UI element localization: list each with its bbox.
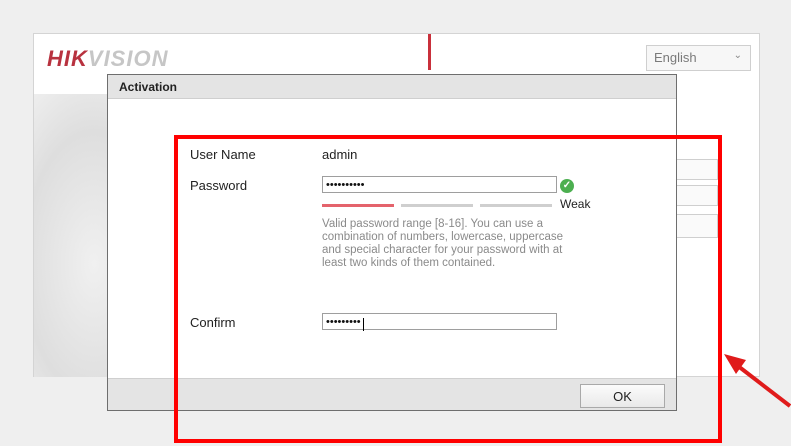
annotation-arrow-icon: [724, 354, 791, 408]
language-selected-value: English: [654, 50, 697, 65]
language-select[interactable]: English ⌄: [646, 45, 751, 71]
strength-bar-3: [480, 204, 552, 207]
ok-button[interactable]: OK: [580, 384, 665, 408]
user-name-value: admin: [322, 147, 358, 162]
activation-dialog: Activation User Name admin Password ✓ We…: [107, 74, 677, 411]
strength-bar-1: [322, 204, 394, 207]
dialog-header: Activation: [108, 75, 676, 99]
header-accent-divider: [428, 34, 431, 70]
hikvision-logo: HIKVISION: [47, 46, 168, 72]
logo-part-2: VISION: [87, 46, 169, 71]
password-label: Password: [190, 178, 248, 193]
password-hint: Valid password range [8-16]. You can use…: [322, 218, 563, 269]
arrow-shaft: [736, 364, 791, 408]
text-caret: [363, 318, 364, 331]
logo-part-1: HIK: [47, 46, 88, 71]
confirm-input[interactable]: [322, 313, 557, 330]
login-password-field[interactable]: [674, 185, 718, 206]
password-input[interactable]: [322, 176, 557, 193]
login-username-field[interactable]: [674, 159, 718, 180]
confirm-label: Confirm: [190, 315, 236, 330]
dialog-footer: OK: [108, 378, 676, 410]
strength-label: Weak: [560, 197, 591, 211]
user-name-label: User Name: [190, 147, 256, 162]
login-button[interactable]: [674, 214, 718, 238]
dialog-title: Activation: [119, 80, 178, 94]
strength-bar-2: [401, 204, 473, 207]
chevron-down-icon: ⌄: [733, 50, 742, 61]
check-circle-icon: ✓: [560, 179, 574, 193]
